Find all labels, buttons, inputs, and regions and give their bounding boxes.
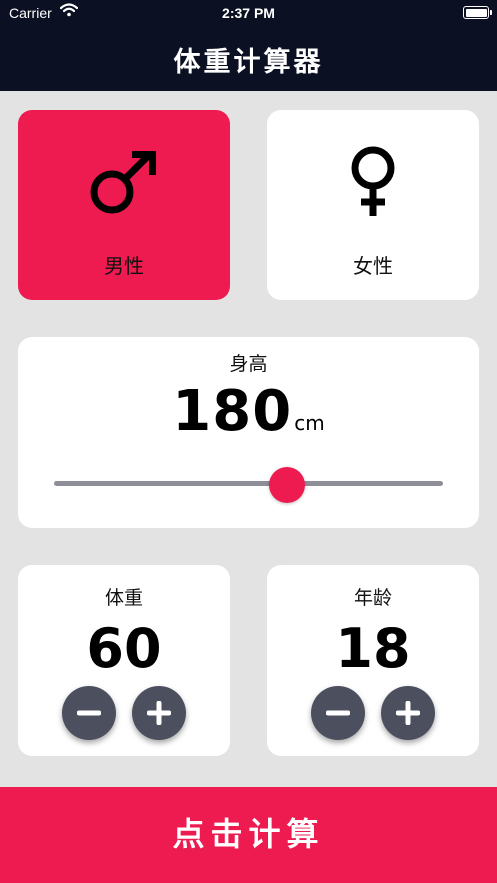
height-readout: 180 cm xyxy=(18,379,479,444)
weight-card: 体重 60 xyxy=(18,565,230,756)
age-decrement-button[interactable] xyxy=(311,686,365,740)
height-slider-thumb[interactable] xyxy=(269,467,306,503)
battery-icon xyxy=(463,6,492,19)
female-symbol-icon xyxy=(267,146,479,218)
weight-label: 体重 xyxy=(104,587,143,609)
male-symbol-icon xyxy=(18,146,230,218)
calculate-button-label: 点击计算 xyxy=(172,815,325,853)
age-increment-button[interactable] xyxy=(381,686,435,740)
plus-icon xyxy=(147,701,171,725)
male-label: 男性 xyxy=(104,254,144,278)
weight-decrement-button[interactable] xyxy=(62,686,116,740)
minus-icon xyxy=(326,710,350,716)
male-gender-card[interactable]: 男性 xyxy=(18,110,230,300)
minus-icon xyxy=(77,710,101,716)
height-slider-track[interactable] xyxy=(54,481,443,486)
weight-increment-button[interactable] xyxy=(132,686,186,740)
age-card: 年龄 18 xyxy=(267,565,479,756)
weight-value: 60 xyxy=(86,617,162,680)
female-label: 女性 xyxy=(353,254,393,278)
page-title: 体重计算器 xyxy=(173,47,324,78)
calculate-button[interactable]: 点击计算 xyxy=(0,787,497,883)
height-value: 180 xyxy=(172,379,293,444)
plus-icon xyxy=(396,701,420,725)
height-card: 身高 180 cm xyxy=(18,337,479,528)
female-gender-card[interactable]: 女性 xyxy=(267,110,479,300)
age-value: 18 xyxy=(335,617,411,680)
status-time: 2:37 PM xyxy=(222,5,275,21)
height-label: 身高 xyxy=(229,353,268,375)
nav-bar: 体重计算器 xyxy=(0,28,497,91)
height-unit: cm xyxy=(294,411,325,435)
status-bar: Carrier 2:37 PM xyxy=(0,0,497,28)
age-label: 年龄 xyxy=(353,587,392,609)
